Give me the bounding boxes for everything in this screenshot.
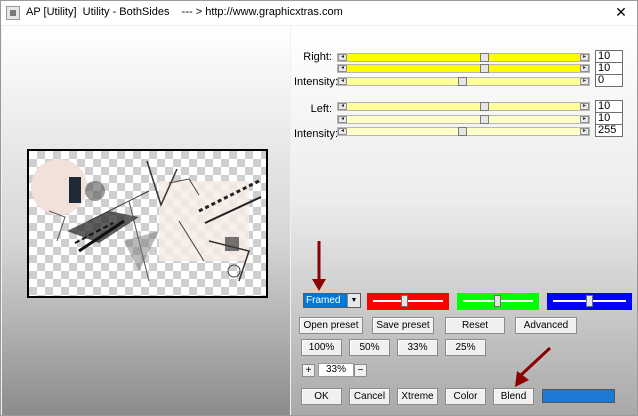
reset-button[interactable]: Reset [445,317,505,334]
right-label: Right: [303,51,332,63]
mode-select[interactable]: Framed ▼ [303,293,361,308]
red-slider[interactable] [367,293,449,310]
open-preset-button[interactable]: Open preset [299,317,363,334]
slider-right-arrow-icon[interactable]: ▸ [580,128,589,135]
slider-thumb[interactable] [494,295,501,307]
green-slider[interactable] [457,293,539,310]
zoom-50-button[interactable]: 50% [349,339,390,356]
slider-left-arrow-icon[interactable]: ◂ [338,65,347,72]
preview-image[interactable] [29,151,266,296]
slider-thumb[interactable] [480,53,489,62]
zoom-100-button[interactable]: 100% [301,339,342,356]
close-icon[interactable]: ✕ [609,3,633,22]
save-preset-button[interactable]: Save preset [372,317,434,334]
slider-right-arrow-icon[interactable]: ▸ [580,116,589,123]
cancel-button[interactable]: Cancel [349,388,390,405]
preview-artwork [31,159,262,282]
slider-right-arrow-icon[interactable]: ▸ [580,78,589,85]
blue-slider[interactable] [547,293,632,310]
right-slider-2[interactable]: ◂ ▸ [337,64,590,73]
left-slider-1[interactable]: ◂ ▸ [337,102,590,111]
slider-left-arrow-icon[interactable]: ◂ [338,54,347,61]
slider-thumb[interactable] [480,102,489,111]
zoom-value: 33% [318,363,354,377]
zoom-out-button[interactable]: − [354,364,367,377]
window-title: AP [Utility] Utility - BothSides --- > h… [26,6,343,18]
slider-thumb[interactable] [400,295,408,307]
preview-frame [27,149,268,298]
slider-thumb[interactable] [458,77,467,86]
mode-select-value: Framed [306,295,341,306]
right-intensity-value[interactable]: 0 [595,74,623,87]
slider-thumb[interactable] [585,295,593,307]
slider-right-arrow-icon[interactable]: ▸ [580,54,589,61]
left-intensity-slider[interactable]: ◂ ▸ [337,127,590,136]
control-panel: Right: ◂ ▸ 10 ◂ ▸ 10 Intensity: ◂ ▸ 0 Le… [291,26,637,415]
slider-left-arrow-icon[interactable]: ◂ [338,103,347,110]
right-intensity-label: Intensity: [294,76,339,88]
slider-left-arrow-icon[interactable]: ◂ [338,78,347,85]
ok-button[interactable]: OK [301,388,342,405]
slider-right-arrow-icon[interactable]: ▸ [580,65,589,72]
slider-right-arrow-icon[interactable]: ▸ [580,103,589,110]
right-slider-1[interactable]: ◂ ▸ [337,53,590,62]
slider-track [373,300,443,302]
slider-thumb[interactable] [480,64,489,73]
blend-button[interactable]: Blend [493,388,534,405]
advanced-button[interactable]: Advanced [515,317,577,334]
left-intensity-value[interactable]: 255 [595,124,623,137]
preview-panel [2,26,290,415]
left-slider-2[interactable]: ◂ ▸ [337,115,590,124]
zoom-33-button[interactable]: 33% [397,339,438,356]
slider-left-arrow-icon[interactable]: ◂ [338,128,347,135]
chevron-down-icon[interactable]: ▼ [347,294,360,307]
right-intensity-slider[interactable]: ◂ ▸ [337,77,590,86]
app-icon [6,6,20,20]
left-label: Left: [310,103,332,115]
zoom-in-button[interactable]: + [302,364,315,377]
left-intensity-label: Intensity: [294,128,339,140]
zoom-25-button[interactable]: 25% [445,339,486,356]
slider-left-arrow-icon[interactable]: ◂ [338,116,347,123]
slider-thumb[interactable] [458,127,467,136]
slider-thumb[interactable] [480,115,489,124]
color-swatch[interactable] [542,389,615,403]
color-button[interactable]: Color [445,388,486,405]
title-bar: AP [Utility] Utility - BothSides --- > h… [1,1,637,25]
xtreme-button[interactable]: Xtreme [397,388,438,405]
plugin-window: AP [Utility] Utility - BothSides --- > h… [0,0,638,416]
